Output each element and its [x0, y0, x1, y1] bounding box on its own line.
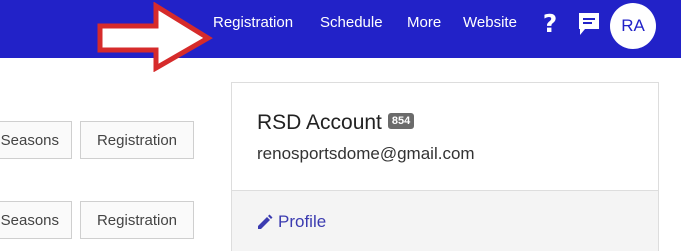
registration-button-label: Registration	[96, 211, 178, 229]
avatar-initials: RA	[621, 16, 645, 35]
account-name: RSD Account	[257, 111, 382, 134]
pencil-icon	[258, 214, 273, 229]
seasons-button[interactable]: Seasons	[0, 201, 72, 239]
nav-schedule[interactable]: Schedule	[320, 14, 383, 31]
registration-button-label: Registration	[96, 131, 178, 149]
account-email: renosportsdome@gmail.com	[257, 144, 475, 163]
seasons-button-label: Seasons	[0, 131, 59, 149]
nav-more[interactable]: More	[407, 14, 441, 31]
question-mark-icon[interactable]: ?	[539, 8, 561, 40]
registration-button[interactable]: Registration	[80, 201, 194, 239]
card-footer: Profile	[232, 190, 658, 251]
account-card: RSD Account 854 renosportsdome@gmail.com …	[231, 82, 659, 251]
account-badge: 854	[387, 113, 415, 129]
user-avatar[interactable]: RA	[610, 3, 656, 49]
red-arrow-callout	[97, 2, 213, 72]
nav-registration[interactable]: Registration	[213, 14, 293, 31]
nav-website[interactable]: Website	[463, 14, 517, 31]
profile-label: Profile	[278, 212, 327, 231]
seasons-button-label: Seasons	[0, 211, 59, 229]
chat-bubble-icon[interactable]	[577, 11, 601, 37]
profile-link[interactable]: Profile	[256, 212, 326, 232]
registration-button[interactable]: Registration	[80, 121, 194, 159]
account-title: RSD Account 854	[257, 111, 415, 135]
seasons-button[interactable]: Seasons	[0, 121, 72, 159]
